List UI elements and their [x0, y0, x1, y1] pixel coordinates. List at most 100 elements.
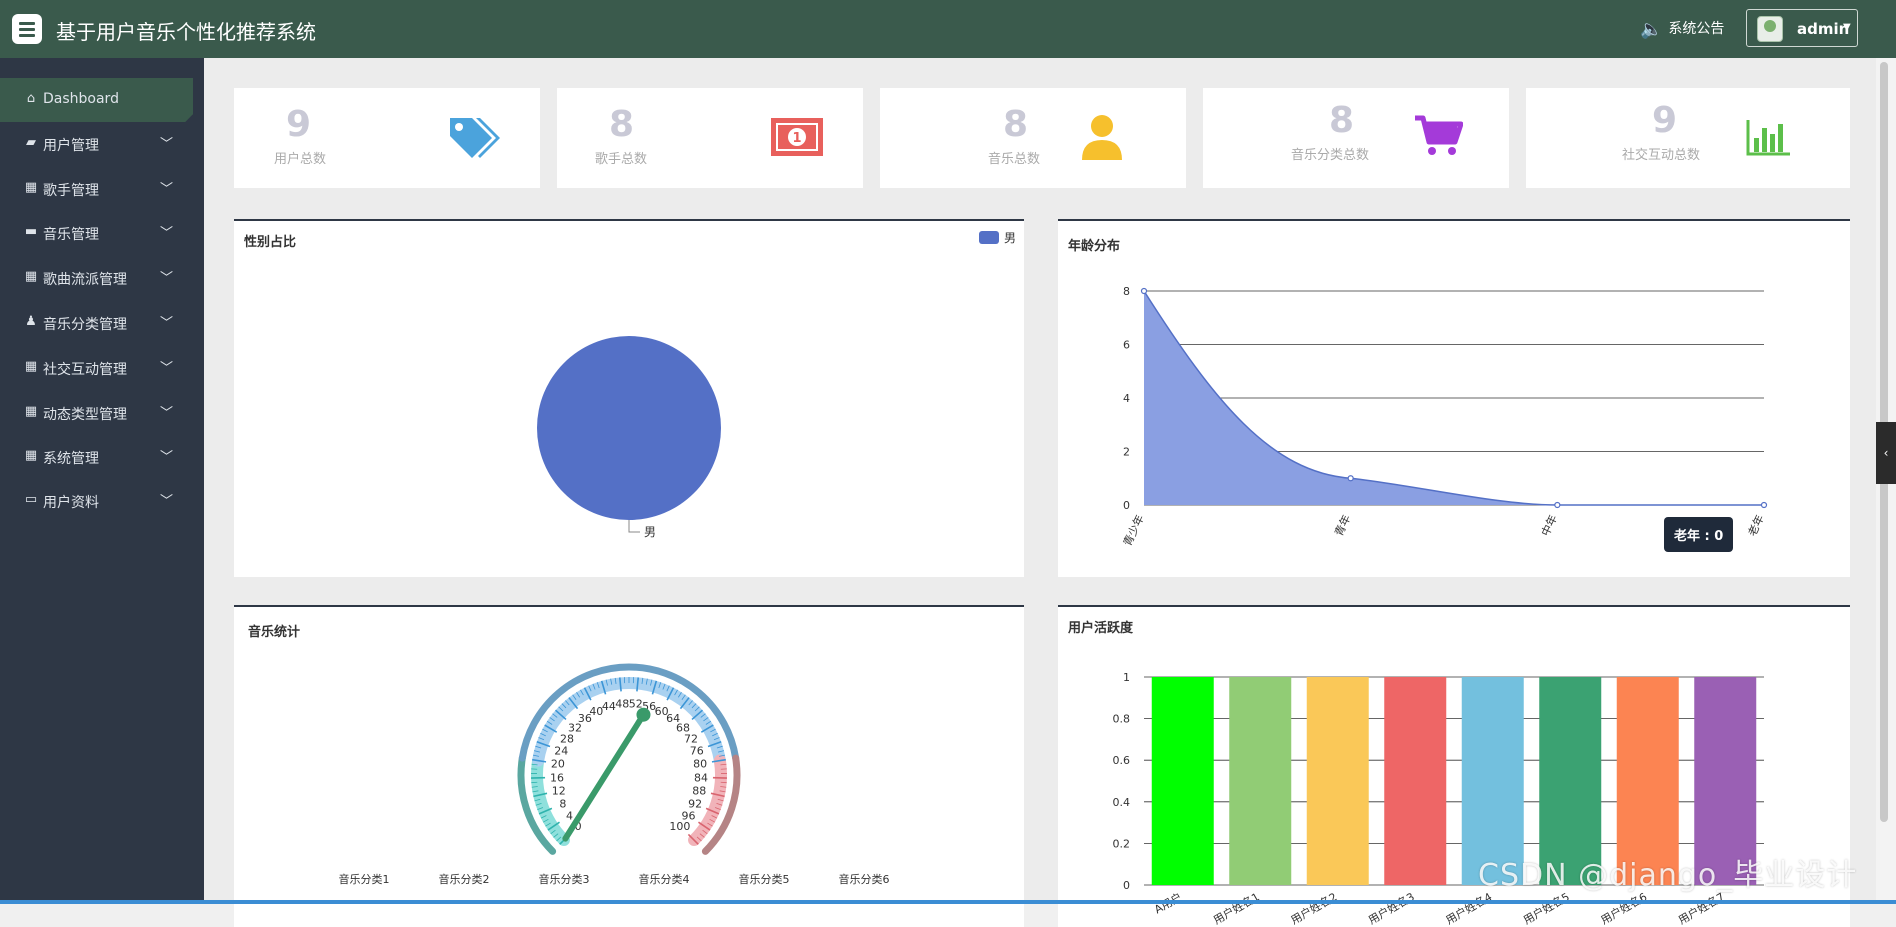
- chart-tooltip: 老年 : 0: [1664, 517, 1733, 552]
- sidebar-item-label: 用户资料: [43, 492, 99, 512]
- gauge-legend-label[interactable]: 音乐分类5: [739, 872, 790, 886]
- stat-label: 音乐总数: [988, 148, 1040, 167]
- age-chart-panel: 年龄分布 02468青少年青年中年老年 老年 : 0: [1058, 219, 1850, 577]
- gauge-legend-label[interactable]: 音乐分类4: [639, 872, 690, 886]
- x-tick-label: 用户姓名1: [1211, 889, 1262, 927]
- sidebar-item-label: Dashboard: [43, 91, 119, 107]
- chevron-down-icon: ﹀: [160, 133, 173, 152]
- sidebar-item-feed-types[interactable]: ▦ 动态类型管理 ﹀: [0, 391, 204, 435]
- sidebar-item-label: 社交互动管理: [43, 359, 127, 379]
- pie-slice[interactable]: [537, 336, 721, 520]
- x-tick-label: 用户姓名6: [1598, 889, 1649, 927]
- stat-card-music[interactable]: 8 音乐总数: [880, 88, 1186, 188]
- announcement-label: 系统公告: [1668, 21, 1724, 37]
- sidebar-item-genres[interactable]: ▦ 歌曲流派管理 ﹀: [0, 256, 204, 300]
- stat-label: 用户总数: [274, 148, 326, 167]
- x-tick-label: 青年: [1331, 512, 1353, 538]
- gauge-legend-label[interactable]: 音乐分类1: [339, 872, 390, 886]
- stat-card-social[interactable]: 9 社交互动总数: [1526, 88, 1850, 188]
- chevron-down-icon: ﹀: [160, 222, 173, 241]
- sidebar-item-users[interactable]: ▰ 用户管理 ﹀: [0, 122, 204, 166]
- data-point[interactable]: [1762, 503, 1767, 508]
- gauge-tick-label: 20: [551, 758, 565, 771]
- cart-icon: [1413, 114, 1463, 158]
- grid-icon: ▦: [24, 181, 38, 195]
- app-title: 基于用户音乐个性化推荐系统: [56, 16, 316, 45]
- sidebar-item-label: 系统管理: [43, 448, 99, 468]
- stat-card-categories[interactable]: 8 音乐分类总数: [1203, 88, 1509, 188]
- sidebar-item-label: 音乐管理: [43, 224, 99, 244]
- avatar: [1757, 16, 1783, 42]
- bar[interactable]: [1384, 677, 1446, 885]
- bar-chart-icon: [1746, 118, 1792, 156]
- gauge-tick-label: 84: [694, 771, 708, 784]
- chevron-down-icon: ﹀: [160, 357, 173, 376]
- x-tick-label: 用户姓名3: [1366, 889, 1417, 927]
- bottom-border: [0, 900, 1896, 904]
- stat-card-singers[interactable]: 8 歌手总数 1: [557, 88, 863, 188]
- data-point[interactable]: [1555, 503, 1560, 508]
- stat-value: 8: [609, 104, 634, 145]
- gauge-tick-label: 16: [550, 771, 564, 784]
- sidebar-item-label: 歌手管理: [43, 180, 99, 200]
- bar[interactable]: [1229, 677, 1291, 885]
- sidebar-item-singers[interactable]: ▦ 歌手管理 ﹀: [0, 167, 204, 211]
- y-tick-label: 8: [1123, 285, 1130, 298]
- bar[interactable]: [1152, 677, 1214, 885]
- sidebar-item-profile[interactable]: ▭ 用户资料 ﹀: [0, 479, 204, 523]
- briefcase-icon: ▬: [24, 225, 38, 239]
- bar[interactable]: [1307, 677, 1369, 885]
- legend-swatch[interactable]: [979, 231, 999, 244]
- grid-icon: ▦: [24, 449, 38, 463]
- gauge-pointer-head: [636, 708, 650, 722]
- speaker-icon: 🔈: [1640, 19, 1662, 40]
- users-icon: ▰: [24, 136, 38, 150]
- data-point[interactable]: [1142, 289, 1147, 294]
- x-tick-label: 中年: [1538, 512, 1560, 538]
- sidebar-item-music[interactable]: ▬ 音乐管理 ﹀: [0, 211, 204, 255]
- top-header: 基于用户音乐个性化推荐系统 🔈 系统公告 admin ▼: [0, 0, 1896, 58]
- x-tick-label: 用户姓名2: [1288, 889, 1339, 927]
- x-tick-label: 青少年: [1120, 512, 1147, 548]
- grid-icon: ▦: [24, 360, 38, 374]
- gender-pie-chart: 男 男: [234, 221, 1024, 577]
- gauge-tick-label: 76: [690, 745, 704, 758]
- sidebar-item-categories[interactable]: ♟ 音乐分类管理 ﹀: [0, 301, 204, 345]
- sidebar-item-system[interactable]: ▦ 系统管理 ﹀: [0, 435, 204, 479]
- gauge-tick-label: 8: [559, 798, 566, 811]
- x-tick-label: 用户姓名5: [1521, 889, 1572, 927]
- y-tick-label: 0.2: [1113, 837, 1131, 850]
- chevron-down-icon: ﹀: [160, 267, 173, 286]
- music-stats-panel: 音乐统计 04812162024283236404448525660646872…: [234, 605, 1024, 927]
- y-tick-label: 0: [1123, 499, 1130, 512]
- gender-chart-panel: 性别占比 男 男: [234, 219, 1024, 577]
- home-icon: ⌂: [24, 92, 38, 106]
- gauge-legend-label[interactable]: 音乐分类3: [539, 872, 590, 886]
- announcement-button[interactable]: 🔈 系统公告: [1640, 18, 1724, 40]
- gauge-tick-label: 4: [566, 809, 573, 822]
- sidebar-item-social[interactable]: ▦ 社交互动管理 ﹀: [0, 346, 204, 390]
- stat-value: 9: [1652, 100, 1677, 141]
- y-tick-label: 0.4: [1113, 796, 1131, 809]
- gauge-legend-label[interactable]: 音乐分类6: [839, 872, 890, 886]
- sidebar: ⌂ Dashboard ▰ 用户管理 ﹀ ▦ 歌手管理 ﹀ ▬ 音乐管理 ﹀ ▦…: [0, 58, 204, 904]
- x-tick-label: 用户姓名4: [1443, 889, 1494, 927]
- gauge-tick-label: 12: [552, 785, 566, 798]
- stat-card-users[interactable]: 9 用户总数: [234, 88, 540, 188]
- sidebar-item-dashboard[interactable]: ⌂ Dashboard: [0, 78, 193, 122]
- gauge-legend-label[interactable]: 音乐分类2: [439, 872, 490, 886]
- sidebar-item-label: 动态类型管理: [43, 404, 127, 424]
- sidebar-item-label: 音乐分类管理: [43, 314, 127, 334]
- collapse-tab-chevron-left-icon[interactable]: ‹: [1876, 422, 1896, 484]
- chevron-down-icon: ﹀: [160, 490, 173, 509]
- user-name: admin: [1797, 20, 1849, 38]
- sidebar-item-label: 用户管理: [43, 135, 99, 155]
- data-point[interactable]: [1348, 476, 1353, 481]
- x-tick-label: 用户姓名7: [1676, 889, 1727, 927]
- hamburger-icon[interactable]: [12, 14, 42, 44]
- stat-value: 9: [286, 104, 311, 145]
- user-menu[interactable]: admin ▼: [1746, 9, 1858, 47]
- gauge-tick-label: 80: [693, 758, 707, 771]
- svg-text:1: 1: [792, 131, 801, 146]
- gauge-tick-label: 48: [615, 697, 629, 710]
